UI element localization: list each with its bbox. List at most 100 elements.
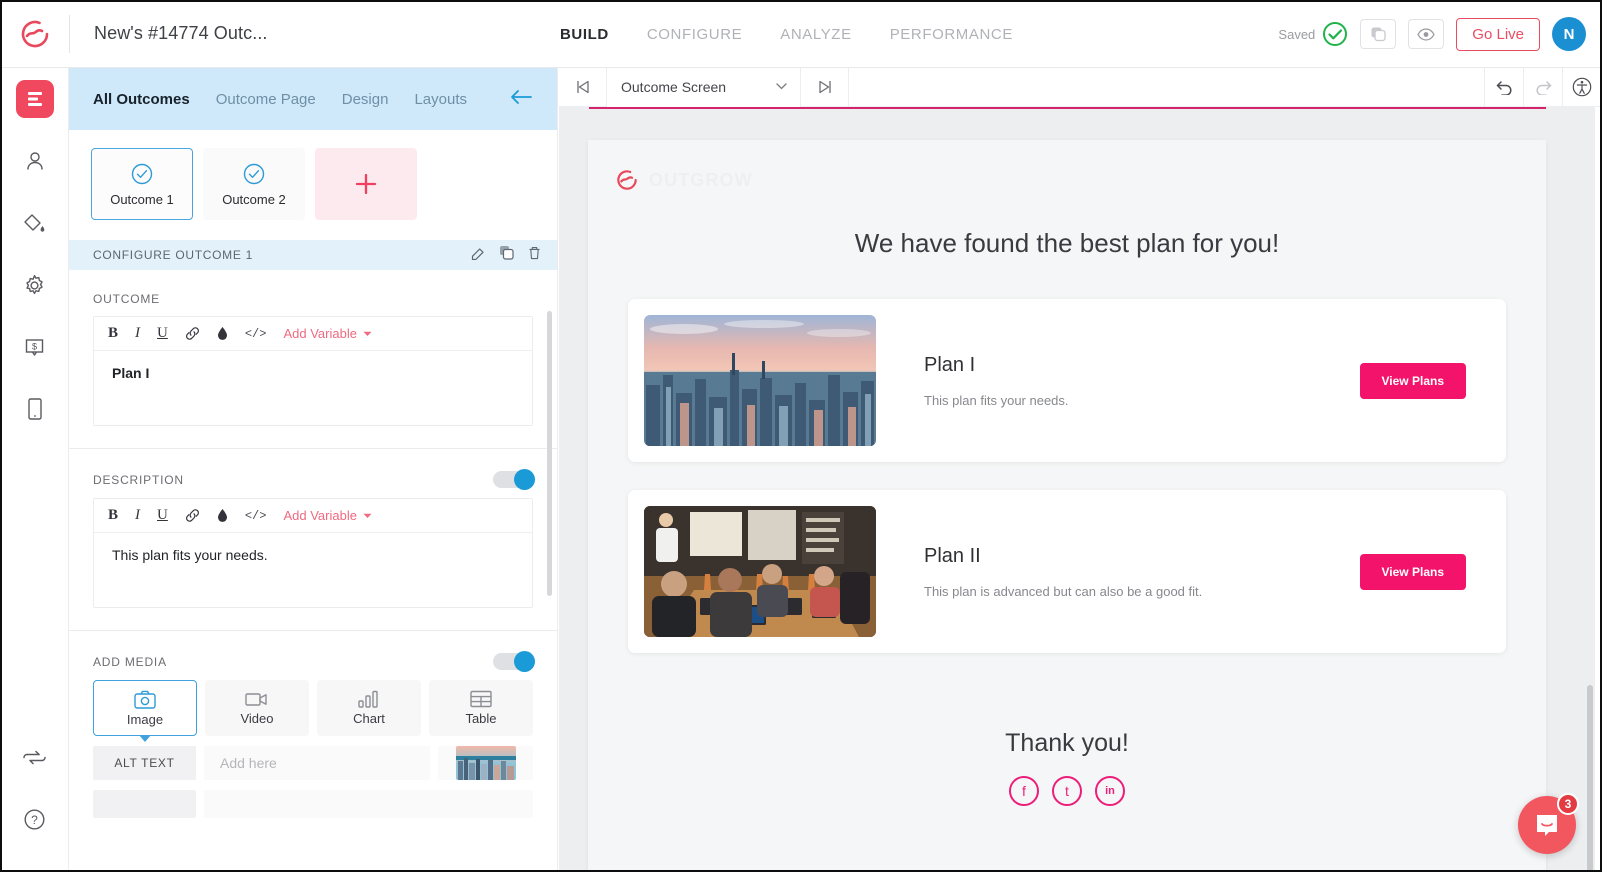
description-text-value[interactable]: This plan fits your needs.: [94, 533, 532, 607]
accessibility-icon: [1572, 77, 1592, 97]
rail-item-help[interactable]: ?: [0, 788, 69, 850]
desc-html-code-button[interactable]: </>: [245, 509, 267, 523]
app-logo[interactable]: [0, 0, 69, 68]
tab-analyze[interactable]: ANALYZE: [780, 26, 851, 43]
rail-item-pricing[interactable]: $: [0, 316, 69, 378]
rail-item-content[interactable]: [0, 68, 69, 130]
page-headline: We have found the best plan for you!: [588, 228, 1546, 259]
rail-item-sync[interactable]: [0, 726, 69, 788]
canvas-scrollbar[interactable]: [1587, 685, 1593, 872]
outcome-editor: B I U </>: [93, 316, 533, 426]
description-section: DESCRIPTION B I U: [69, 449, 557, 608]
rail-item-person[interactable]: [0, 130, 69, 192]
next-screen-button[interactable]: [801, 68, 849, 107]
redo-button[interactable]: [1524, 68, 1563, 107]
description-toggle[interactable]: [493, 471, 533, 488]
plan-2-title: Plan II: [924, 545, 1360, 568]
droplet-icon: [217, 326, 228, 341]
add-media-toggle[interactable]: [493, 653, 533, 670]
linkedin-icon[interactable]: in: [1095, 776, 1125, 806]
italic-button[interactable]: I: [135, 325, 140, 342]
header-divider: [69, 15, 70, 53]
preview-button[interactable]: [1408, 19, 1444, 49]
droplet-icon: [217, 508, 228, 523]
edit-outcome-button[interactable]: [471, 246, 485, 265]
rail-item-design[interactable]: [0, 192, 69, 254]
media-option-table[interactable]: Table: [429, 680, 533, 736]
twitter-icon[interactable]: t: [1052, 776, 1082, 806]
panel-tab-all-outcomes[interactable]: All Outcomes: [93, 91, 190, 108]
rail-item-mobile[interactable]: [0, 378, 69, 440]
add-variable-dropdown[interactable]: Add Variable: [283, 326, 371, 341]
plan-2-image: [644, 506, 876, 637]
plan-1-view-plans-button[interactable]: View Plans: [1360, 363, 1466, 399]
city-skyline-thumbnail: [456, 746, 516, 780]
dollar-tag-icon: $: [23, 337, 46, 358]
first-screen-button[interactable]: [559, 68, 607, 107]
panel-scrollbar[interactable]: [547, 311, 552, 596]
facebook-icon[interactable]: f: [1009, 776, 1039, 806]
outcome-card-2[interactable]: Outcome 2: [203, 148, 305, 220]
document-title: New's #14774 Outc...: [94, 23, 268, 44]
accessibility-button[interactable]: [1563, 68, 1602, 107]
tab-configure[interactable]: CONFIGURE: [647, 26, 742, 43]
delete-outcome-button[interactable]: [528, 246, 541, 265]
plan-1-description: This plan fits your needs.: [924, 393, 1360, 408]
avatar[interactable]: N: [1552, 17, 1586, 51]
intercom-chat-button[interactable]: 3: [1518, 796, 1576, 854]
trash-icon: [528, 246, 541, 260]
outcome-text-value[interactable]: Plan I: [94, 351, 532, 425]
plan-2-text: Plan II This plan is advanced but can al…: [924, 545, 1360, 599]
rail-item-settings[interactable]: [0, 254, 69, 316]
media-option-image[interactable]: Image: [93, 680, 197, 736]
gear-icon: [23, 274, 46, 297]
underline-button[interactable]: U: [157, 325, 168, 342]
go-live-button[interactable]: Go Live: [1456, 18, 1540, 51]
social-links: f t in: [588, 776, 1546, 806]
outgrow-logo-icon: [614, 167, 640, 193]
next-field-label: [93, 790, 196, 818]
desc-bold-button[interactable]: B: [108, 507, 118, 524]
next-field-input[interactable]: [204, 790, 533, 818]
outcome-page: OUTGROW We have found the best plan for …: [588, 140, 1546, 872]
description-editor-toolbar: B I U </>: [94, 499, 532, 533]
duplicate-outcome-button[interactable]: [499, 245, 514, 265]
media-thumbnail[interactable]: [438, 746, 533, 780]
panel-tab-design[interactable]: Design: [342, 91, 389, 108]
text-color-button[interactable]: [217, 326, 228, 341]
screen-select[interactable]: Outcome Screen: [607, 68, 801, 107]
media-option-video[interactable]: Video: [205, 680, 309, 736]
add-outcome-button[interactable]: [315, 148, 417, 220]
chevron-down-icon: [363, 331, 372, 337]
desc-text-color-button[interactable]: [217, 508, 228, 523]
desc-underline-button[interactable]: U: [157, 507, 168, 524]
alt-text-input[interactable]: [204, 746, 430, 780]
app-root: New's #14774 Outc... BUILD CONFIGURE ANA…: [0, 0, 1602, 872]
paint-bucket-icon: [23, 212, 46, 235]
undo-button[interactable]: [1485, 68, 1524, 107]
outcome-card-1[interactable]: Outcome 1: [91, 148, 193, 220]
plan-card-1: Plan I This plan fits your needs. View P…: [628, 299, 1506, 462]
plan-2-view-plans-button[interactable]: View Plans: [1360, 554, 1466, 590]
desc-italic-button[interactable]: I: [135, 507, 140, 524]
panel-tab-bar: All Outcomes Outcome Page Design Layouts: [69, 68, 557, 130]
outcome-section-head: OUTCOME: [93, 292, 533, 306]
media-option-chart[interactable]: Chart: [317, 680, 421, 736]
media-option-chart-label: Chart: [353, 711, 385, 726]
bold-button[interactable]: B: [108, 325, 118, 342]
camera-icon: [134, 690, 156, 709]
plan-1-text: Plan I This plan fits your needs.: [924, 354, 1360, 408]
tab-performance[interactable]: PERFORMANCE: [890, 26, 1013, 43]
theme-button[interactable]: [1360, 19, 1396, 49]
plus-icon: [353, 171, 379, 197]
panel-tab-layouts[interactable]: Layouts: [414, 91, 467, 108]
panel-tab-outcome-page[interactable]: Outcome Page: [216, 91, 316, 108]
html-code-button[interactable]: </>: [245, 327, 267, 341]
panel-collapse-button[interactable]: [509, 89, 533, 110]
tab-build[interactable]: BUILD: [560, 26, 609, 43]
add-media-section: ADD MEDIA Image: [69, 631, 557, 818]
desc-link-button[interactable]: [185, 509, 200, 522]
link-button[interactable]: [185, 327, 200, 340]
plan-2-description: This plan is advanced but can also be a …: [924, 584, 1360, 599]
desc-add-variable-dropdown[interactable]: Add Variable: [283, 508, 371, 523]
